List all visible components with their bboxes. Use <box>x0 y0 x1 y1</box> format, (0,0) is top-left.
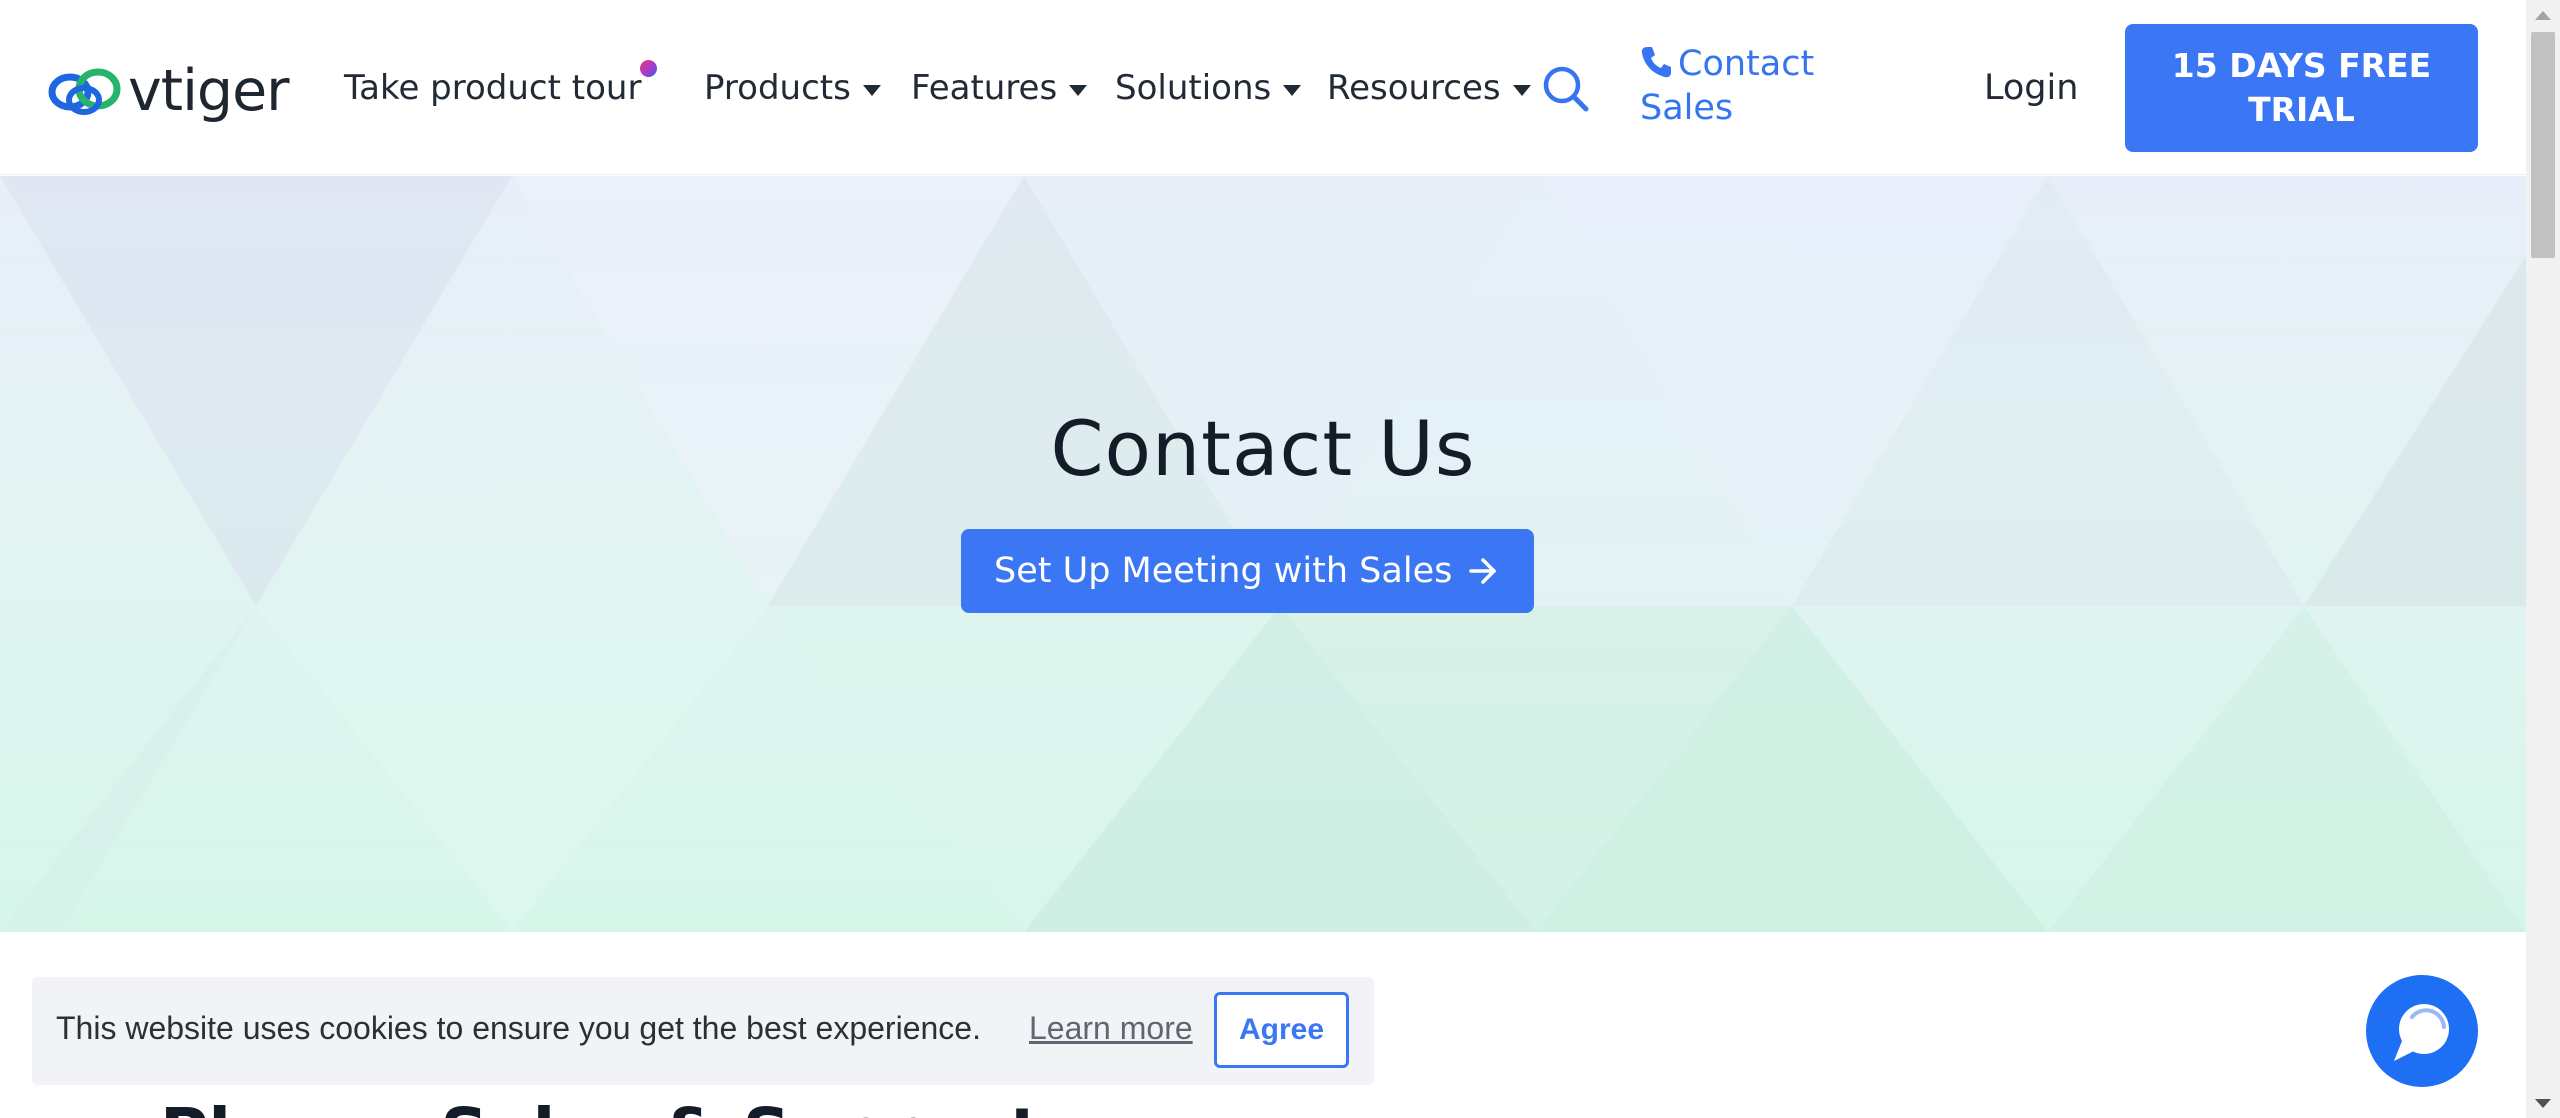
vtiger-logo[interactable]: vtiger <box>46 57 290 124</box>
cookie-banner: This website uses cookies to ensure you … <box>32 977 1374 1085</box>
search-button[interactable] <box>1541 64 1591 114</box>
search-icon <box>1543 66 1589 112</box>
chevron-down-icon <box>1069 84 1088 96</box>
nav-features[interactable]: Features <box>911 66 1088 110</box>
vertical-scrollbar[interactable] <box>2526 0 2560 1118</box>
chevron-down-icon <box>862 84 881 96</box>
nav-products-label: Products <box>704 68 851 108</box>
cookie-agree-label: Agree <box>1238 1013 1325 1046</box>
login-label: Login <box>1984 68 2079 108</box>
cookie-learn-more-link[interactable]: Learn more <box>1029 1010 1193 1047</box>
chat-launcher-button[interactable] <box>2366 975 2478 1087</box>
nav-solutions[interactable]: Solutions <box>1115 66 1302 110</box>
cookie-message: This website uses cookies to ensure you … <box>56 1010 981 1046</box>
nav-tour-label: Take product tour <box>344 68 642 108</box>
nav-products[interactable]: Products <box>704 66 881 110</box>
phone-icon <box>1641 47 1671 78</box>
nav-take-product-tour[interactable]: Take product tour <box>344 60 658 110</box>
contact-sales-link[interactable]: Contact Sales <box>1640 42 1870 130</box>
nav-resources-label: Resources <box>1327 68 1501 108</box>
nav-solutions-label: Solutions <box>1115 68 1272 108</box>
new-badge-dot <box>640 60 658 77</box>
login-link[interactable]: Login <box>1984 66 2078 110</box>
chevron-down-icon <box>1512 84 1531 96</box>
scroll-down-button[interactable] <box>2526 1088 2560 1118</box>
free-trial-button[interactable]: 15 DAYS FREE TRIAL <box>2125 24 2478 152</box>
arrow-right-icon <box>1469 558 1496 584</box>
nav-resources[interactable]: Resources <box>1327 66 1531 110</box>
chat-bubble-icon <box>2394 1004 2449 1061</box>
scroll-up-arrow-icon <box>2535 10 2551 20</box>
scroll-thumb[interactable] <box>2531 32 2555 258</box>
setup-meeting-label: Set Up Meeting with Sales <box>994 551 1453 591</box>
section-heading: Phone, Sales & Support <box>160 1094 1041 1118</box>
scroll-up-button[interactable] <box>2526 0 2560 30</box>
scroll-down-arrow-icon <box>2535 1098 2551 1108</box>
hero-banner: Contact Us Set Up Meeting with Sales <box>0 176 2526 932</box>
logo-text: vtiger <box>128 57 290 124</box>
setup-meeting-button[interactable]: Set Up Meeting with Sales <box>961 529 1534 613</box>
cookie-agree-button[interactable]: Agree <box>1214 992 1349 1068</box>
vtiger-cloud-logo-icon <box>48 68 121 115</box>
chevron-down-icon <box>1283 84 1302 96</box>
page-title: Contact Us <box>1050 404 1476 493</box>
free-trial-label: 15 DAYS FREE TRIAL <box>2171 46 2432 129</box>
nav-features-label: Features <box>911 68 1058 108</box>
site-header: vtiger Take product tour Products Featur… <box>0 0 2526 175</box>
